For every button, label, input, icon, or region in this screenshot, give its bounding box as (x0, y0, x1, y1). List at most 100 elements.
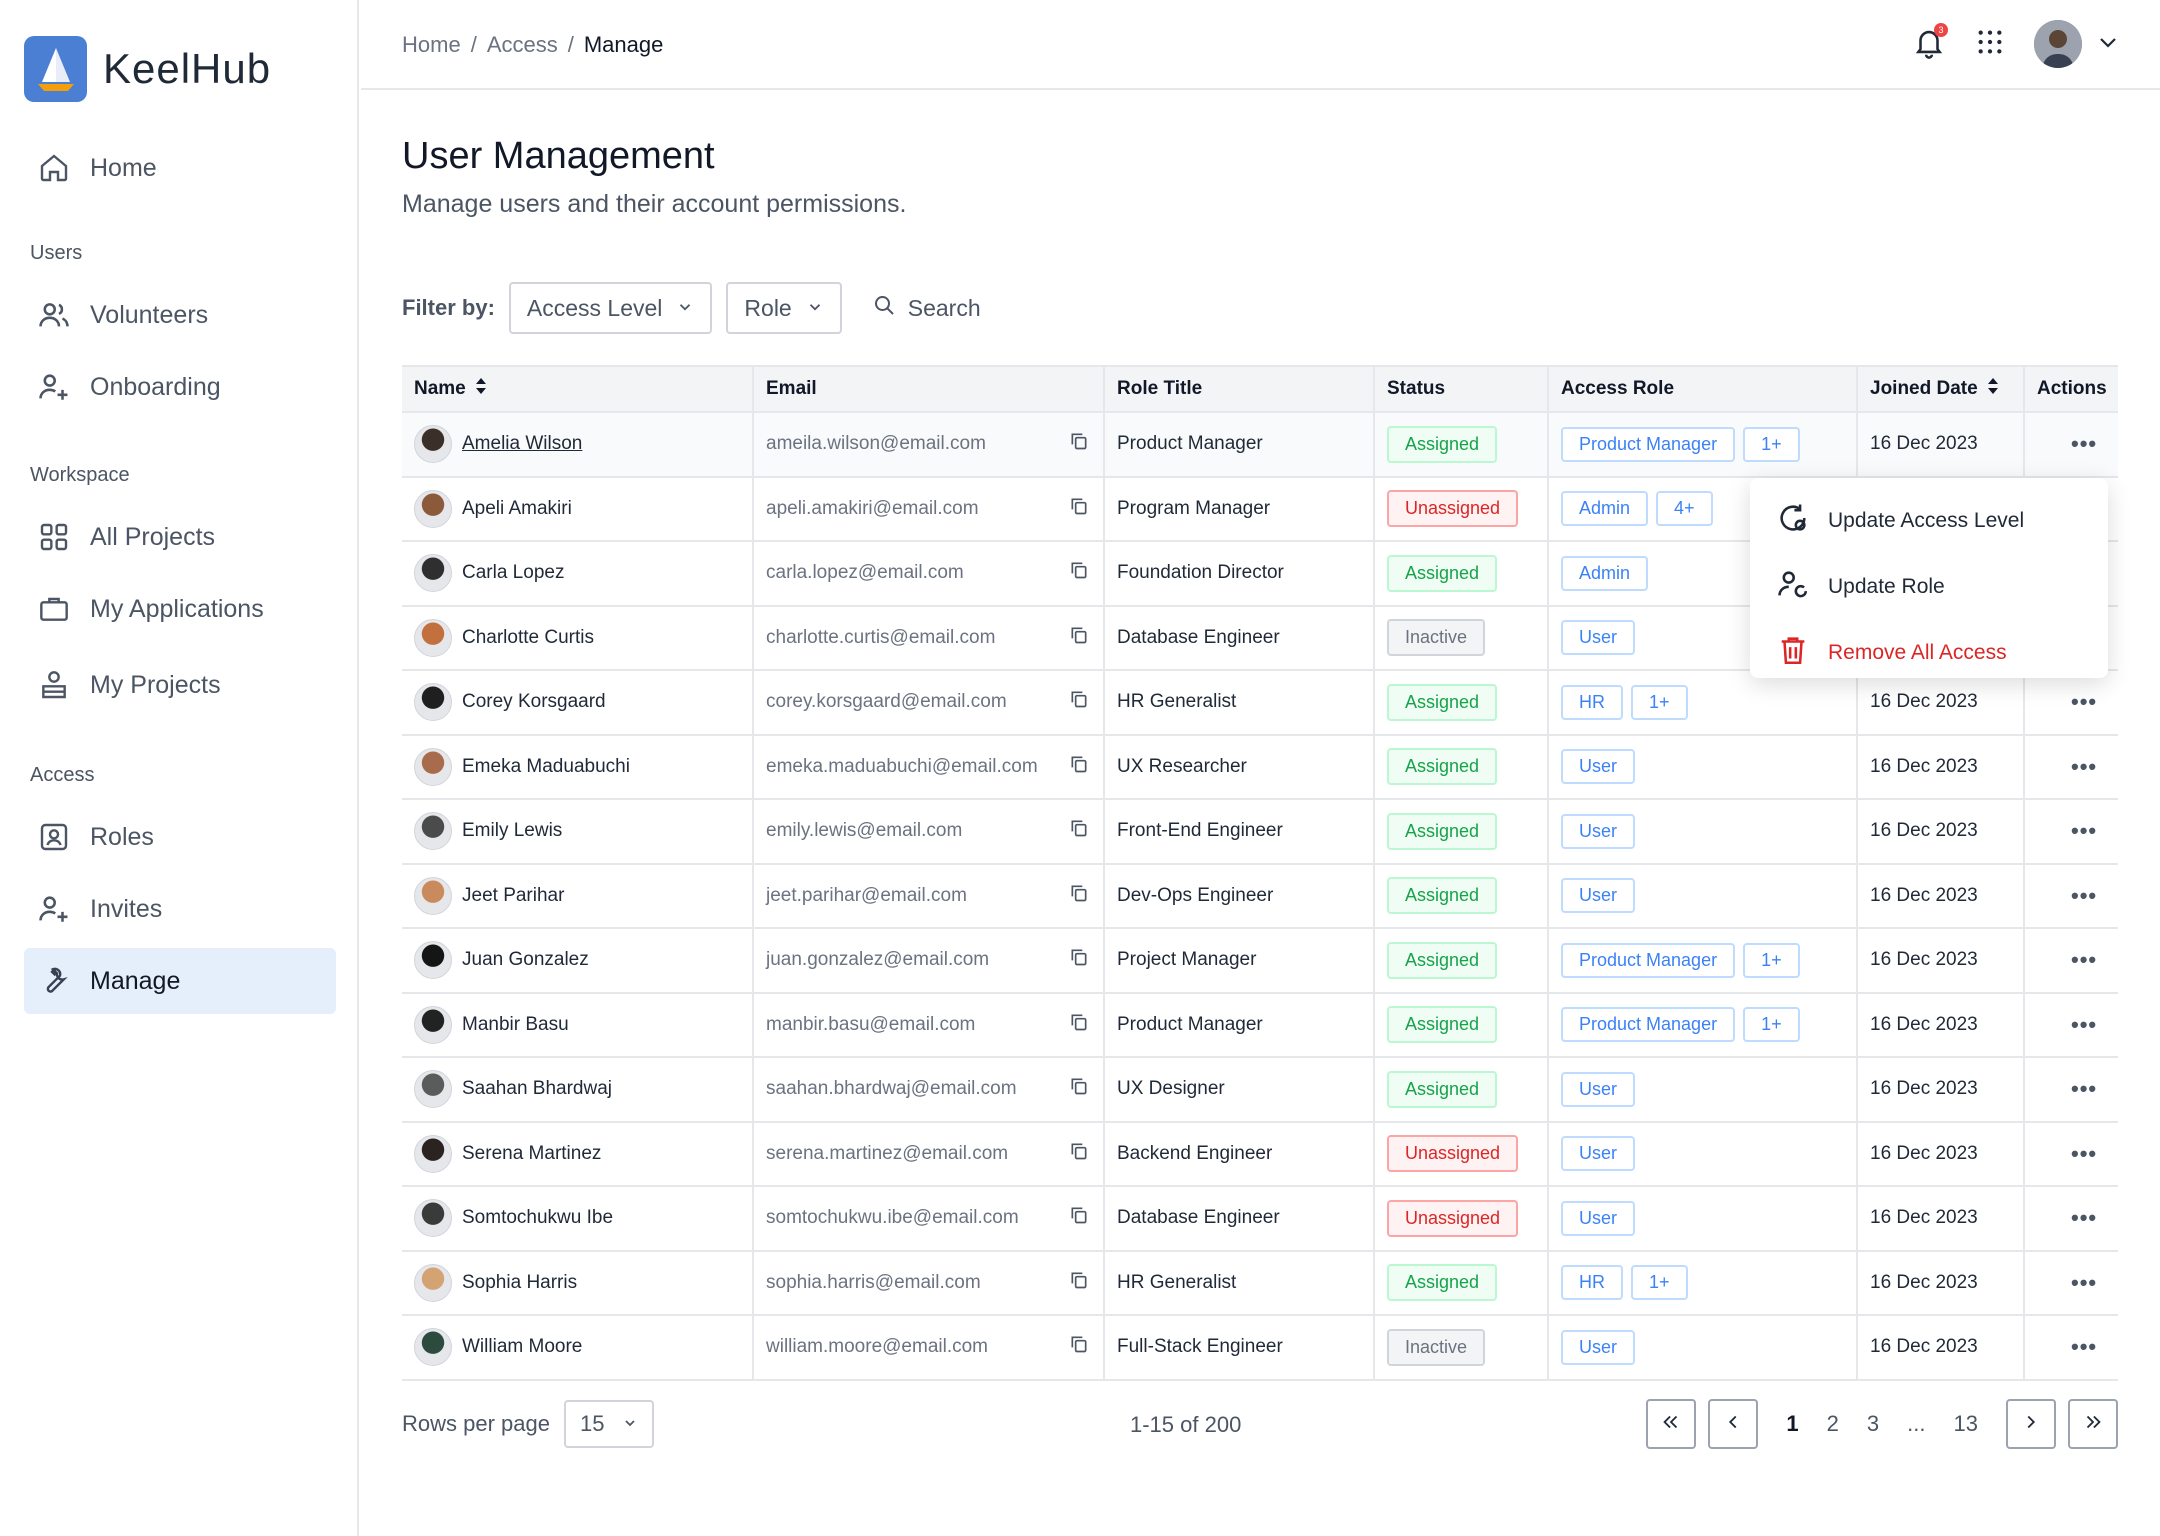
sidebar-item-volunteers[interactable]: Volunteers (24, 282, 336, 348)
brand[interactable]: KeelHub (24, 36, 271, 102)
sidebar-item-all-projects[interactable]: All Projects (24, 504, 336, 570)
rows-per-page-select[interactable]: 15 (563, 1400, 655, 1448)
sidebar-item-onboarding[interactable]: Onboarding (24, 354, 336, 420)
copy-icon[interactable] (1069, 883, 1089, 909)
notification-bell-icon[interactable]: 3 (1912, 22, 1948, 64)
table-row[interactable]: Manbir Basu manbir.basu@email.com Product … (402, 992, 2118, 1058)
sidebar-item-manage[interactable]: Manage (24, 948, 336, 1014)
more-actions-icon[interactable]: ••• (2037, 1012, 2097, 1037)
search-button[interactable]: Search (872, 293, 981, 323)
copy-icon[interactable] (1069, 689, 1089, 715)
table-row[interactable]: Emily Lewis emily.lewis@email.com Front-En… (402, 799, 2118, 865)
user-name[interactable]: Serena Martinez (462, 1143, 601, 1165)
access-role-chip[interactable]: User (1561, 813, 1636, 849)
page-number[interactable]: 1 (1778, 1411, 1806, 1437)
access-level-filter[interactable]: Access Level (508, 282, 713, 334)
copy-icon[interactable] (1069, 1334, 1089, 1360)
more-actions-icon[interactable]: ••• (2037, 947, 2097, 972)
access-role-chip[interactable]: User (1561, 1071, 1636, 1107)
sidebar-item-invites[interactable]: Invites (24, 876, 336, 942)
access-role-chip[interactable]: 1+ (1743, 942, 1800, 978)
table-row[interactable]: Somtochukwu Ibe somtochukwu.ibe@email.com… (402, 1186, 2118, 1252)
sidebar-item-my-applications[interactable]: My Applications (24, 576, 336, 642)
user-name[interactable]: Corey Korsgaard (462, 691, 606, 713)
user-name[interactable]: Manbir Basu (462, 1014, 569, 1036)
access-role-chip[interactable]: Product Manager (1561, 1007, 1736, 1043)
access-role-chip[interactable]: User (1561, 878, 1636, 914)
sort-icon[interactable] (1986, 376, 2000, 402)
copy-icon[interactable] (1069, 1141, 1089, 1167)
copy-icon[interactable] (1069, 947, 1089, 973)
copy-icon[interactable] (1069, 1205, 1089, 1231)
column-header-name[interactable]: Name (402, 365, 754, 413)
sidebar-item-my-projects[interactable]: My Projects (24, 652, 336, 718)
copy-icon[interactable] (1069, 496, 1089, 522)
user-name[interactable]: Amelia Wilson (462, 433, 582, 455)
more-actions-icon[interactable]: ••• (2037, 754, 2097, 779)
access-role-chip[interactable]: User (1561, 1200, 1636, 1236)
table-row[interactable]: Saahan Bhardwaj saahan.bhardwaj@email.com… (402, 1057, 2118, 1123)
access-role-chip[interactable]: User (1561, 749, 1636, 785)
access-role-chip[interactable]: Product Manager (1561, 942, 1736, 978)
user-name[interactable]: Jeet Parihar (462, 885, 564, 907)
table-row[interactable]: Amelia Wilson ameila.wilson@email.com Prod… (402, 412, 2118, 478)
more-actions-icon[interactable]: ••• (2037, 431, 2097, 456)
page-number[interactable]: 3 (1859, 1411, 1887, 1437)
access-role-chip[interactable]: 1+ (1631, 1265, 1688, 1301)
table-row[interactable]: Jeet Parihar jeet.parihar@email.com Dev-Op… (402, 863, 2118, 929)
breadcrumb-access[interactable]: Access (487, 32, 558, 58)
copy-icon[interactable] (1069, 625, 1089, 651)
copy-icon[interactable] (1069, 1076, 1089, 1102)
table-row[interactable]: Serena Martinez serena.martinez@email.com… (402, 1121, 2118, 1187)
user-name[interactable]: Somtochukwu Ibe (462, 1207, 613, 1229)
more-actions-icon[interactable]: ••• (2037, 689, 2097, 714)
access-role-chip[interactable]: HR (1561, 1265, 1623, 1301)
user-name[interactable]: Emily Lewis (462, 820, 562, 842)
last-page-button[interactable] (2068, 1399, 2118, 1449)
menu-item-remove-all-access[interactable]: Remove All Access (1750, 620, 2108, 686)
sidebar-item-roles[interactable]: Roles (24, 804, 336, 870)
copy-icon[interactable] (1069, 560, 1089, 586)
user-name[interactable]: Saahan Bhardwaj (462, 1078, 612, 1100)
sidebar-item-home[interactable]: Home (24, 135, 336, 201)
access-role-chip[interactable]: User (1561, 620, 1636, 656)
more-actions-icon[interactable]: ••• (2037, 883, 2097, 908)
column-header-joined-date[interactable]: Joined Date (1857, 365, 2025, 413)
copy-icon[interactable] (1069, 1012, 1089, 1038)
access-role-chip[interactable]: 1+ (1743, 1007, 1800, 1043)
access-role-chip[interactable]: 1+ (1743, 426, 1800, 462)
access-role-chip[interactable]: Admin (1561, 555, 1649, 591)
apps-grid-icon[interactable] (1974, 26, 2006, 63)
copy-icon[interactable] (1069, 818, 1089, 844)
access-role-chip[interactable]: 4+ (1656, 491, 1713, 527)
more-actions-icon[interactable]: ••• (2037, 818, 2097, 843)
user-name[interactable]: Apeli Amakiri (462, 498, 572, 520)
copy-icon[interactable] (1069, 1270, 1089, 1296)
menu-item-update-role[interactable]: Update Role (1750, 554, 2108, 620)
more-actions-icon[interactable]: ••• (2037, 1270, 2097, 1295)
access-role-chip[interactable]: HR (1561, 684, 1623, 720)
more-actions-icon[interactable]: ••• (2037, 1334, 2097, 1359)
access-role-chip[interactable]: User (1561, 1329, 1636, 1365)
copy-icon[interactable] (1069, 431, 1089, 457)
page-number[interactable]: 13 (1946, 1411, 1986, 1437)
more-actions-icon[interactable]: ••• (2037, 1205, 2097, 1230)
user-name[interactable]: Sophia Harris (462, 1272, 577, 1294)
user-name[interactable]: Charlotte Curtis (462, 627, 594, 649)
user-name[interactable]: William Moore (462, 1336, 582, 1358)
breadcrumb-home[interactable]: Home (402, 32, 461, 58)
more-actions-icon[interactable]: ••• (2037, 1076, 2097, 1101)
more-actions-icon[interactable]: ••• (2037, 1141, 2097, 1166)
role-filter[interactable]: Role (726, 282, 842, 334)
menu-item-update-access-level[interactable]: Update Access Level (1750, 488, 2108, 554)
profile-menu[interactable] (2034, 20, 2120, 68)
table-row[interactable]: William Moore william.moore@email.com Full… (402, 1315, 2118, 1381)
previous-page-button[interactable] (1708, 1399, 1759, 1449)
table-row[interactable]: Sophia Harris sophia.harris@email.com HR G… (402, 1250, 2118, 1316)
user-name[interactable]: Juan Gonzalez (462, 949, 589, 971)
table-row[interactable]: Juan Gonzalez juan.gonzalez@email.com Proj… (402, 928, 2118, 994)
first-page-button[interactable] (1646, 1399, 1697, 1449)
sort-icon[interactable] (474, 376, 488, 402)
user-name[interactable]: Emeka Maduabuchi (462, 756, 630, 778)
access-role-chip[interactable]: User (1561, 1136, 1636, 1172)
